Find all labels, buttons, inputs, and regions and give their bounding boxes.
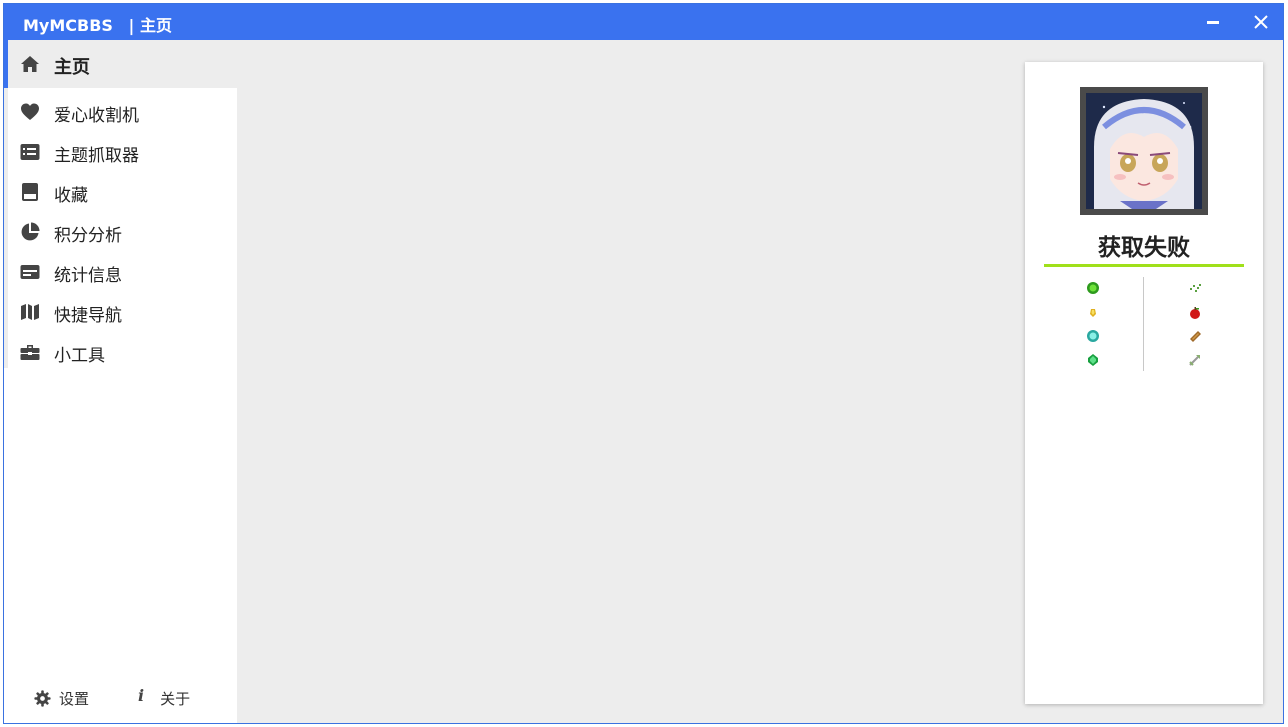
settings-label: 设置	[59, 689, 90, 708]
sidebar-item-home[interactable]: 主页	[4, 40, 237, 88]
sidebar-item-label: 爱心收割机	[54, 106, 139, 126]
info-icon: i	[138, 685, 145, 705]
arrow-item-icon	[1189, 355, 1200, 366]
page-title: 主页	[139, 16, 172, 35]
sidebar-item-label: 快捷导航	[54, 306, 122, 326]
username: 获取失败	[1098, 235, 1190, 261]
emerald-icon	[1088, 354, 1098, 366]
gold-nugget-icon	[1090, 309, 1096, 317]
sidebar-item-statistics[interactable]: 统计信息	[4, 252, 237, 292]
credit-card-icon	[20, 265, 40, 279]
close-button[interactable]	[1239, 4, 1283, 40]
sidebar-item-label: 积分分析	[54, 226, 122, 246]
sidebar-item-label: 收藏	[54, 186, 88, 206]
diamond-icon	[1087, 330, 1099, 342]
toolbox-icon	[20, 345, 40, 360]
sidebar-item-love-harvester[interactable]: 爱心收割机	[4, 92, 237, 132]
bookmark-icon	[22, 183, 38, 201]
map-icon	[21, 304, 39, 320]
settings-button[interactable]: 设置	[34, 684, 89, 712]
green-orb-icon	[1087, 282, 1099, 294]
about-label: 关于	[160, 689, 191, 708]
heart-icon	[21, 103, 39, 120]
sidebar-item-tools[interactable]: 小工具	[4, 332, 237, 372]
sidebar: 主页 爱心收割机 主题抓取器 收藏 积分分析 统计信息 快捷导航 小工具 设置 …	[4, 40, 237, 723]
bread-icon	[1190, 331, 1201, 342]
app-name: MyMCBBS	[23, 16, 113, 35]
stats-divider	[1143, 277, 1144, 371]
avatar-image	[1080, 87, 1208, 215]
app-window: MyMCBBS | 主页 主页 爱心收割机 主题抓取器 收藏 积分分析 统计信息…	[3, 3, 1284, 724]
sidebar-item-label: 主页	[54, 57, 90, 78]
title-bar: MyMCBBS | 主页	[4, 4, 1283, 40]
home-icon	[21, 56, 39, 72]
title-separator: |	[128, 16, 135, 35]
profile-card: 获取失败	[1025, 62, 1263, 704]
close-icon	[1254, 15, 1268, 29]
sidebar-item-label: 统计信息	[54, 266, 122, 286]
avatar	[1080, 87, 1208, 215]
sidebar-item-label: 小工具	[54, 346, 105, 366]
pie-chart-icon	[21, 222, 40, 241]
active-indicator	[4, 40, 8, 88]
sidebar-item-points-analysis[interactable]: 积分分析	[4, 212, 237, 252]
minimize-button[interactable]	[1191, 4, 1235, 40]
heart-particles-icon	[1190, 284, 1201, 292]
window-title: MyMCBBS | 主页	[23, 12, 172, 36]
sidebar-item-quick-nav[interactable]: 快捷导航	[4, 292, 237, 332]
sidebar-item-favorites[interactable]: 收藏	[4, 172, 237, 212]
apple-icon	[1190, 307, 1200, 319]
gear-icon	[34, 689, 51, 707]
minimize-icon	[1207, 21, 1219, 24]
username-underline	[1044, 264, 1244, 267]
sidebar-item-thread-grabber[interactable]: 主题抓取器	[4, 132, 237, 172]
about-button[interactable]: i 关于	[138, 684, 190, 712]
list-card-icon	[20, 144, 40, 160]
sidebar-item-label: 主题抓取器	[54, 146, 139, 166]
